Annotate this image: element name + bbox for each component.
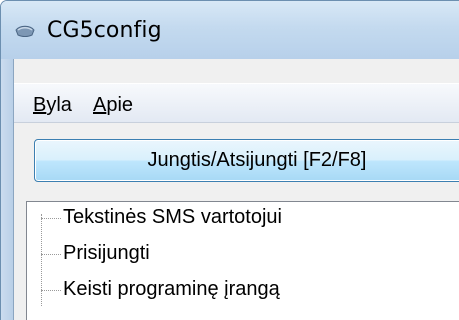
function-tree: Tekstinės SMS vartotojui Prisijungti Kei… [26,201,459,320]
menu-item-apie-label: pie [106,94,134,116]
connect-disconnect-button[interactable]: Jungtis/Atsijungti [F2/F8] [34,139,459,182]
title-bar[interactable]: CG5config [1,1,459,59]
menu-item-apie[interactable]: Apie [93,94,133,117]
router-icon [15,24,35,38]
menu-item-apie-accel: A [93,94,107,116]
tree-branch-line [41,290,61,291]
tree-item-firmware-label: Keisti programinę įrangą [63,278,280,300]
tree-branch-line [41,218,61,219]
tree-branch-line [41,254,61,255]
menu-item-byla-accel: B [33,94,47,116]
window-title: CG5config [47,18,162,43]
app-window: CG5config Byla Apie Jungtis/Atsijungti [… [0,0,459,320]
menu-item-byla-label: yla [46,94,72,116]
window-frame-left [1,59,13,320]
menu-item-byla[interactable]: Byla [33,94,72,117]
menu-bar: Byla Apie [14,83,459,123]
tree-item-login-label: Prisijungti [63,242,150,264]
tree-item-sms-label: Tekstinės SMS vartotojui [63,206,282,228]
tree-connector-line [41,214,42,306]
connect-disconnect-button-label: Jungtis/Atsijungti [F2/F8] [147,149,367,171]
